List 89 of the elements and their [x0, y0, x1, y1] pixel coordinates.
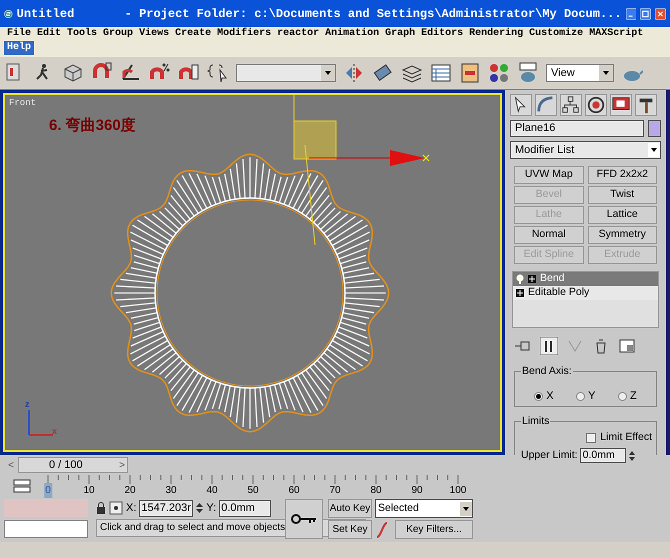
braces-cursor-icon[interactable]	[207, 62, 229, 84]
ruler-label: 0	[44, 483, 52, 498]
modifier-button[interactable]: FFD 2x2x2	[588, 166, 657, 184]
axis-tripod-icon	[28, 410, 53, 436]
modifier-button[interactable]: UVW Map	[514, 166, 584, 184]
viewport[interactable]: Front 6. 弯曲360度 z x	[0, 90, 505, 455]
menu-item[interactable]: Group	[100, 27, 136, 41]
viewport-label[interactable]: Front	[9, 97, 36, 110]
radio-option[interactable]: X	[534, 388, 554, 404]
menu-item[interactable]: reactor	[274, 27, 322, 41]
maxscript-listener-field[interactable]	[4, 499, 88, 517]
radio-button[interactable]	[618, 392, 627, 401]
ruler-label: 20	[124, 484, 136, 498]
absolute-mode-icon[interactable]	[109, 501, 123, 515]
menu-item[interactable]: Edit	[34, 27, 64, 41]
menu-item[interactable]: Create	[172, 27, 214, 41]
expand-plus-icon[interactable]	[516, 289, 524, 297]
x-coordinate-field[interactable]: 1547.203r	[139, 500, 194, 516]
box-icon[interactable]	[62, 62, 84, 84]
hammer-icon[interactable]	[635, 94, 657, 116]
render-type-dropdown[interactable]: View	[546, 64, 614, 82]
modifier-button[interactable]: Symmetry	[588, 226, 657, 244]
auto-key-button[interactable]: Auto Key	[328, 499, 372, 518]
hierarchy-icon[interactable]	[560, 94, 582, 116]
ruler-label: 80	[370, 484, 382, 498]
ruler-label: 40	[206, 484, 218, 498]
radio-button[interactable]	[576, 392, 586, 401]
modifier-button[interactable]: Lattice	[588, 206, 657, 224]
maxscript-input-field[interactable]	[4, 520, 88, 538]
coordinate-label: X:	[126, 500, 136, 516]
menu-item[interactable]: Customize	[526, 27, 586, 41]
spinner-icon[interactable]	[196, 501, 204, 515]
ruler-label: 50	[247, 484, 259, 498]
radio-button[interactable]	[534, 392, 544, 401]
ruler-label: 90	[411, 484, 423, 498]
ruler-label: 60	[288, 484, 300, 498]
menu-item[interactable]: Graph Editors	[382, 27, 466, 41]
menu-item[interactable]: MAXScript	[586, 27, 646, 41]
key-mode-dropdown[interactable]: Selected	[375, 499, 473, 518]
render-teapot-icon[interactable]	[517, 62, 539, 84]
object-color-swatch[interactable]	[648, 120, 661, 137]
schematic-icon[interactable]	[459, 62, 481, 84]
window-title: Untitled - Project Folder: c:\Documents and Settings\Administrator\My Docum...	[16, 6, 622, 22]
object-name-field[interactable]: Plane16	[510, 120, 644, 137]
radio-option[interactable]: Y	[576, 388, 596, 404]
axis-label: z	[25, 398, 30, 411]
bend-arc-icon[interactable]	[535, 94, 557, 116]
ruler-label: 30	[165, 484, 177, 498]
monitor-icon[interactable]	[610, 94, 632, 116]
material-balls-icon[interactable]	[488, 62, 510, 84]
menu-item[interactable]: Rendering	[466, 27, 526, 41]
ruler-label: 70	[329, 484, 341, 498]
configure-sets-icon[interactable]	[618, 336, 636, 355]
axis-label: x	[52, 425, 58, 438]
modifier-stack-item[interactable]: Bend	[513, 272, 658, 286]
motion-circle-icon[interactable]	[585, 94, 607, 116]
modifier-list-dropdown[interactable]: Modifier List	[510, 141, 661, 159]
lightbulb-icon[interactable]	[516, 274, 524, 284]
checkbox[interactable]	[586, 432, 596, 443]
menu-item[interactable]: Animation	[322, 27, 382, 41]
show-end-result-icon[interactable]	[540, 336, 558, 355]
limit-effect-checkbox[interactable]: Limit Effect	[586, 430, 652, 446]
upper-limit-field[interactable]: 0.0mm	[580, 448, 626, 464]
key-filters-button[interactable]: Key Filters...	[395, 520, 473, 539]
modifier-stack-item[interactable]: Editable Poly	[513, 286, 658, 300]
modifier-button[interactable]: Normal	[514, 226, 584, 244]
previous-frame-button[interactable]: <	[4, 457, 18, 473]
y-coordinate-field[interactable]: 0.0mm	[219, 500, 272, 516]
modifier-button[interactable]: Twist	[588, 186, 657, 204]
track-bar-icon[interactable]	[12, 478, 32, 494]
time-slider-thumb[interactable]: 0 / 100 >	[18, 457, 128, 473]
curve-editor-icon[interactable]	[430, 62, 452, 84]
set-key-button[interactable]: Set Key	[328, 520, 372, 539]
menu-item[interactable]: Views	[136, 27, 172, 41]
menu-item[interactable]: Tools	[64, 27, 100, 41]
expand-plus-icon[interactable]	[528, 275, 536, 283]
set-key-big-button[interactable]	[285, 499, 323, 539]
bend-gizmo-drawing[interactable]	[294, 95, 430, 246]
next-frame-label[interactable]: >	[119, 458, 127, 472]
key-icon[interactable]	[291, 513, 317, 525]
coordinate-label: Y:	[206, 500, 216, 516]
menu-item[interactable]: Help	[4, 41, 34, 55]
ruler-label: 100	[450, 484, 466, 498]
ruler-label: 10	[83, 484, 95, 498]
menu-item[interactable]: Modifiers	[214, 27, 274, 41]
radio-option[interactable]: Z	[618, 388, 637, 404]
menu-item[interactable]: File	[4, 27, 34, 41]
lock-icon[interactable]	[96, 502, 106, 514]
viewport-caption: 6. 弯曲360度	[49, 116, 136, 136]
